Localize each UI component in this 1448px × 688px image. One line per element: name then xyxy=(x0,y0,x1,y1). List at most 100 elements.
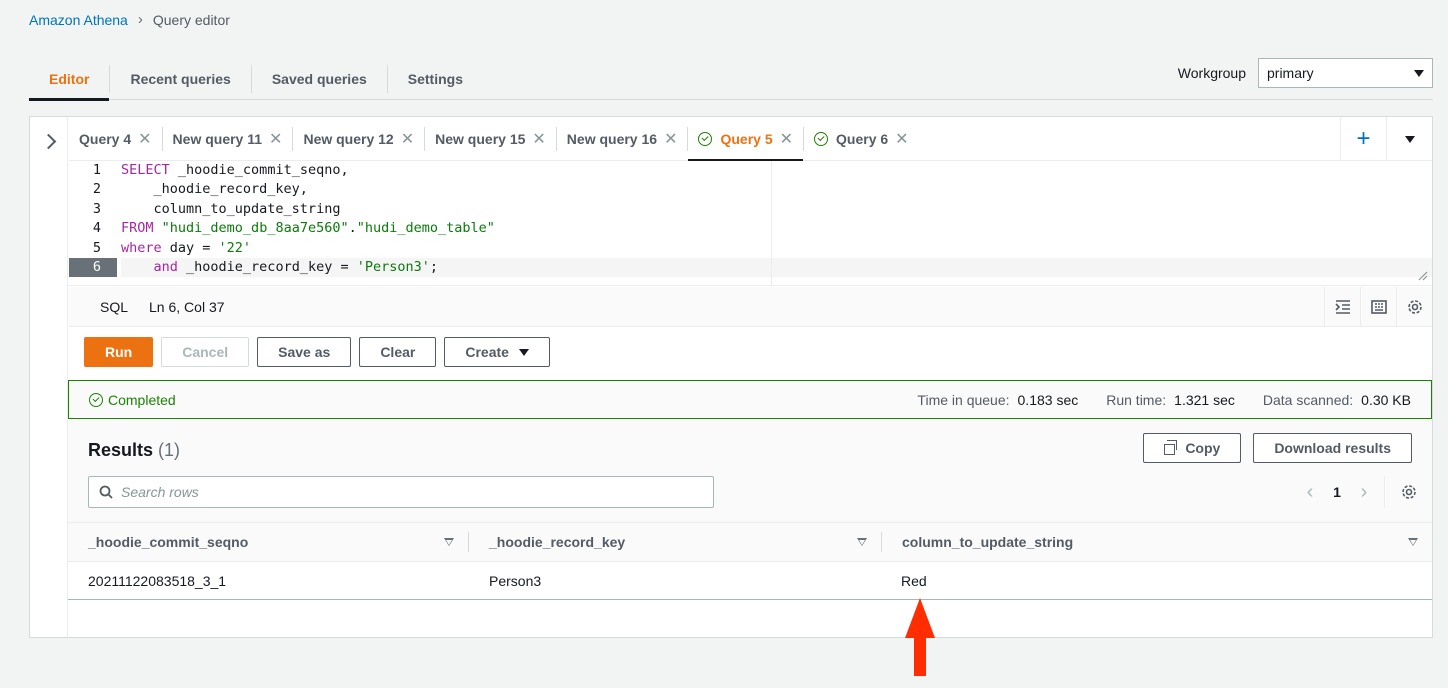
workgroup-value: primary xyxy=(1267,65,1314,81)
create-label: Create xyxy=(465,344,509,360)
code-line: column_to_update_string xyxy=(121,200,341,217)
column-header[interactable]: column_to_update_string xyxy=(882,523,1432,561)
editor-status-bar: SQL Ln 6, Col 37 xyxy=(69,287,1432,327)
close-icon[interactable]: ✕ xyxy=(532,129,545,149)
breadcrumb-separator-icon: › xyxy=(137,11,143,28)
query-metrics: Time in queue: 0.183 sec Run time: 1.321 s… xyxy=(917,392,1411,408)
query-tab[interactable]: New query 16 ✕ xyxy=(557,117,688,161)
close-icon[interactable]: ✕ xyxy=(780,129,793,149)
create-button[interactable]: Create xyxy=(444,337,550,367)
download-results-button[interactable]: Download results xyxy=(1253,433,1412,463)
clear-button[interactable]: Clear xyxy=(359,337,437,367)
keyboard-shortcuts-icon[interactable] xyxy=(1360,287,1396,327)
print-margin xyxy=(771,161,772,286)
tab-settings[interactable]: Settings xyxy=(388,58,483,100)
table-preferences-gear-icon[interactable] xyxy=(1384,476,1432,508)
status-text: Completed xyxy=(108,391,176,408)
close-icon[interactable]: ✕ xyxy=(138,129,151,149)
line-gutter: 1 2 3 4 5 6 xyxy=(69,161,117,285)
search-rows-field[interactable] xyxy=(88,476,714,508)
line-number: 1 xyxy=(92,162,101,178)
query-tab-label: Query 4 xyxy=(79,130,132,147)
breadcrumb-root-link[interactable]: Amazon Athena xyxy=(29,12,128,28)
side-panel-toggle[interactable] xyxy=(30,117,68,637)
copy-button[interactable]: Copy xyxy=(1143,433,1242,463)
table-cell: Person3 xyxy=(489,572,542,589)
code-line: _hoodie_record_key, xyxy=(121,181,308,198)
caret-down-icon xyxy=(518,348,529,356)
line-number: 4 xyxy=(92,220,101,237)
query-tab-label: Query 6 xyxy=(836,130,889,147)
close-icon[interactable]: ✕ xyxy=(664,129,677,149)
line-number: 2 xyxy=(92,181,101,198)
query-editor-panel: Query 4 ✕ New query 11 ✕ New query 12 ✕ New… xyxy=(29,116,1433,638)
table-row: 20211122083518_3_1 Person3 Red xyxy=(68,562,1432,600)
check-circle-icon xyxy=(814,131,829,146)
table-cell: 20211122083518_3_1 xyxy=(88,572,227,589)
query-tab-active[interactable]: Query 5 ✕ xyxy=(688,117,803,161)
workgroup-selector: Workgroup primary xyxy=(1178,58,1433,88)
pagination: ‹ 1 › xyxy=(1296,476,1432,508)
editor-settings-gear-icon[interactable] xyxy=(1396,287,1432,327)
query-tabs: Query 4 ✕ New query 11 ✕ New query 12 ✕ New… xyxy=(69,117,1432,161)
time-in-queue: Time in queue: 0.183 sec xyxy=(917,391,1079,408)
query-tab[interactable]: New query 12 ✕ xyxy=(293,117,424,161)
save-as-button[interactable]: Save as xyxy=(257,337,352,367)
code-line: FROM "hudi_demo_db_8aa7e560"."hudi_demo_… xyxy=(121,220,495,237)
plus-icon[interactable]: + xyxy=(1340,117,1386,161)
editor-language: SQL xyxy=(100,298,129,315)
query-tab-label: New query 16 xyxy=(566,130,658,147)
run-time: Run time: 1.321 sec xyxy=(1106,391,1235,408)
tab-recent-queries[interactable]: Recent queries xyxy=(110,58,250,100)
search-rows-input[interactable] xyxy=(121,484,681,500)
line-number: 5 xyxy=(92,239,101,256)
code-line: SELECT _hoodie_commit_seqno, xyxy=(121,162,349,178)
resize-handle-icon[interactable] xyxy=(1418,271,1428,281)
chevron-left-icon[interactable]: ‹ xyxy=(1296,481,1324,504)
column-header[interactable]: _hoodie_commit_seqno xyxy=(68,523,468,561)
cursor-position: Ln 6, Col 37 xyxy=(149,298,225,315)
tab-editor[interactable]: Editor xyxy=(29,58,110,101)
data-scanned: Data scanned: 0.30 KB xyxy=(1262,391,1411,408)
results-count: (1) xyxy=(158,440,181,460)
sql-editor[interactable]: 1 2 3 4 5 6 SELECT _hoodie_commit_seqno,… xyxy=(69,161,1432,286)
results-table: _hoodie_commit_seqno _hoodie_record_key … xyxy=(68,522,1432,600)
query-tab-label: Query 5 xyxy=(720,130,773,147)
chevron-right-icon[interactable]: › xyxy=(1350,481,1378,504)
annotation-arrow-icon xyxy=(905,598,935,676)
caret-down-icon[interactable] xyxy=(1386,117,1432,161)
editor-tools xyxy=(1324,287,1432,327)
query-tab[interactable]: New query 15 ✕ xyxy=(425,117,556,161)
copy-icon xyxy=(1164,439,1178,455)
query-actions: Run Cancel Save as Clear Create xyxy=(84,337,550,367)
cancel-button[interactable]: Cancel xyxy=(161,337,250,367)
current-page[interactable]: 1 xyxy=(1324,484,1350,500)
close-icon[interactable]: ✕ xyxy=(269,129,282,149)
query-tab[interactable]: Query 6 ✕ xyxy=(804,117,919,161)
code-line: where day = '22' xyxy=(121,239,252,256)
workgroup-select[interactable]: primary xyxy=(1258,58,1433,88)
tab-saved-queries[interactable]: Saved queries xyxy=(252,58,387,100)
sort-icon[interactable] xyxy=(444,538,454,546)
close-icon[interactable]: ✕ xyxy=(895,129,908,149)
status-completed: Completed xyxy=(89,392,176,408)
query-tab-label: New query 12 xyxy=(303,130,394,147)
query-tab[interactable]: Query 4 ✕ xyxy=(69,117,162,161)
chevron-right-icon xyxy=(40,133,57,150)
caret-down-icon xyxy=(1414,69,1424,77)
run-button[interactable]: Run xyxy=(84,337,154,367)
results-title: Results (1) xyxy=(88,440,181,460)
line-number: 3 xyxy=(92,200,101,217)
column-header[interactable]: _hoodie_record_key xyxy=(469,523,881,561)
code-area[interactable]: SELECT _hoodie_commit_seqno, _hoodie_rec… xyxy=(121,161,1432,278)
sort-icon[interactable] xyxy=(857,538,867,546)
close-icon[interactable]: ✕ xyxy=(401,129,414,149)
format-query-icon[interactable] xyxy=(1324,287,1360,327)
query-tab[interactable]: New query 11 ✕ xyxy=(163,117,293,161)
check-circle-icon xyxy=(698,131,713,146)
code-line-current: and _hoodie_record_key = 'Person3'; xyxy=(121,257,1432,278)
line-number-current: 6 xyxy=(69,257,117,278)
table-cell: Red xyxy=(901,572,927,589)
query-tabs-actions: + xyxy=(1340,117,1432,161)
sort-icon[interactable] xyxy=(1408,538,1418,546)
